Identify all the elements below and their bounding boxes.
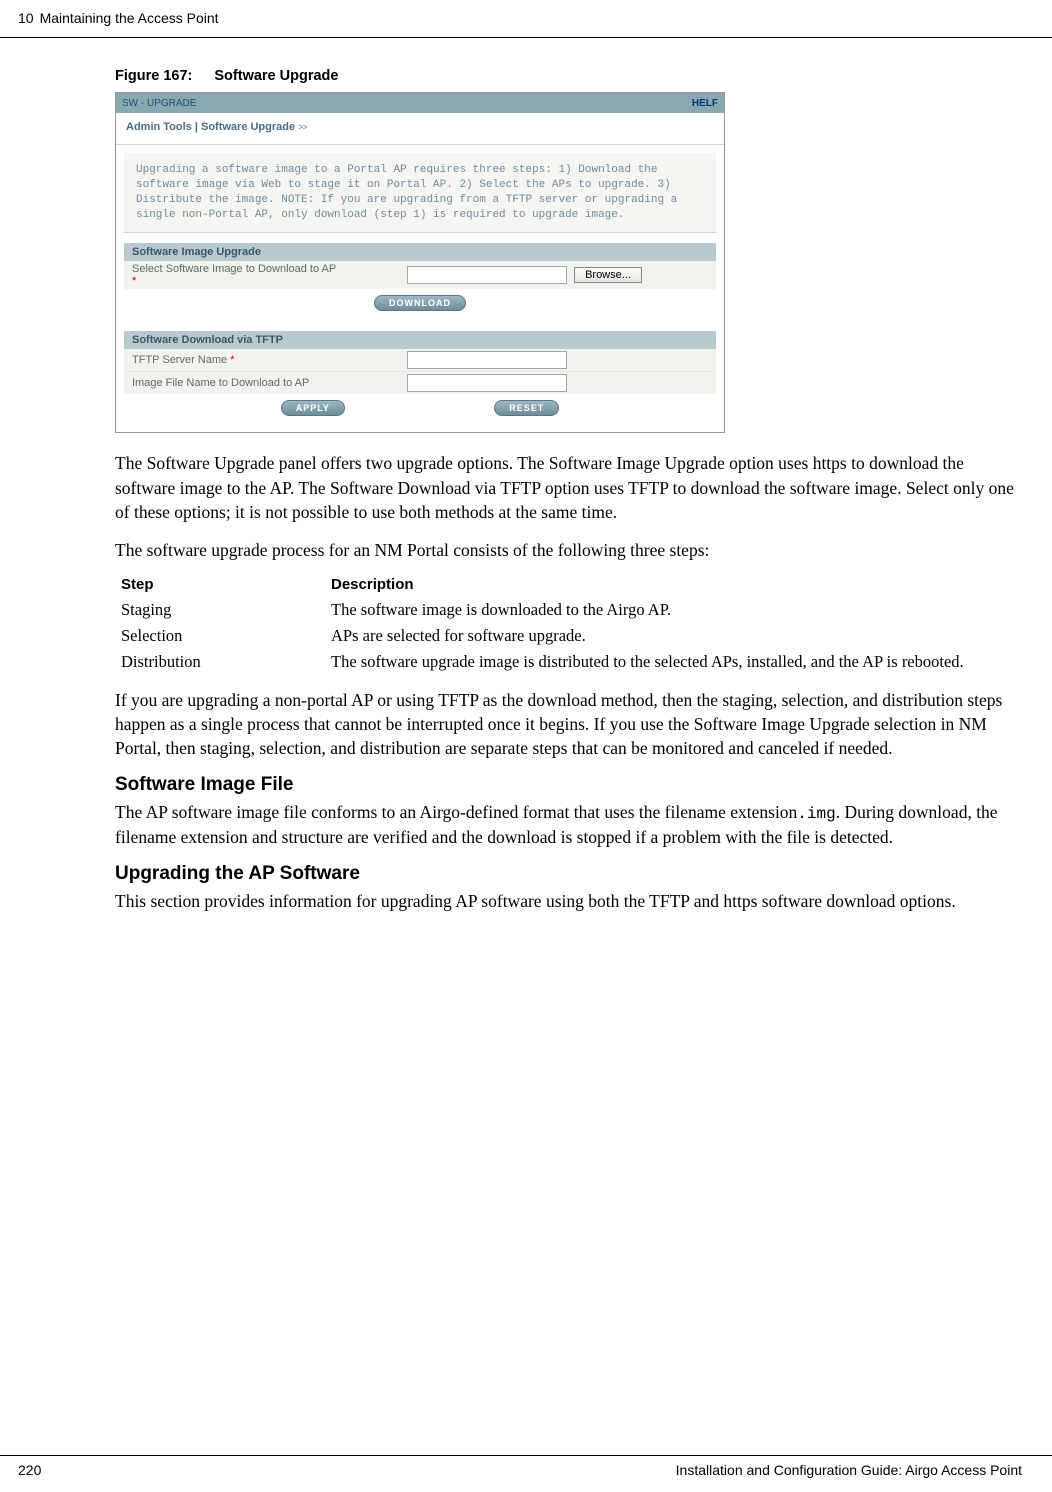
steps-header-step: Step	[121, 576, 331, 593]
table-row: Staging The software image is downloaded…	[121, 599, 1022, 621]
paragraph-image-file: The AP software image file conforms to a…	[115, 800, 1022, 849]
apply-reset-row: APPLY RESET	[116, 394, 724, 432]
paragraph-steps-intro: The software upgrade process for an NM P…	[115, 538, 1022, 562]
table-row: Distribution The software upgrade image …	[121, 651, 1022, 673]
browse-button[interactable]: Browse...	[574, 267, 642, 283]
steps-header-desc: Description	[331, 576, 1022, 593]
required-marker: *	[230, 354, 234, 366]
screenshot-topbar: SW - UPGRADE HELF	[116, 93, 724, 113]
select-image-label-text: Select Software Image to Download to AP	[132, 263, 336, 275]
section-header-image-upgrade: Software Image Upgrade	[124, 243, 716, 261]
select-image-field: Browse...	[407, 266, 708, 284]
breadcrumb-text: Admin Tools | Software Upgrade	[126, 121, 295, 133]
table-row: Selection APs are selected for software …	[121, 625, 1022, 647]
paragraph-nonportal: If you are upgrading a non-portal AP or …	[115, 688, 1022, 760]
doc-title: Installation and Configuration Guide: Ai…	[676, 1462, 1022, 1478]
p4-part-a: The AP software image file conforms to a…	[115, 802, 797, 822]
step-name: Selection	[121, 625, 331, 647]
reset-button[interactable]: RESET	[494, 400, 559, 416]
step-desc: APs are selected for software upgrade.	[331, 625, 1022, 647]
paragraph-intro: The Software Upgrade panel offers two up…	[115, 451, 1022, 523]
section-header-tftp: Software Download via TFTP	[124, 331, 716, 349]
image-path-input[interactable]	[407, 266, 567, 284]
step-name: Distribution	[121, 651, 331, 673]
page-footer: 220 Installation and Configuration Guide…	[0, 1455, 1052, 1478]
download-button[interactable]: DOWNLOAD	[374, 295, 466, 311]
download-row: DOWNLOAD	[124, 289, 716, 321]
img-extension-code: .img	[797, 805, 835, 823]
software-image-upgrade-section: Software Image Upgrade Select Software I…	[124, 243, 716, 321]
breadcrumb: Admin Tools | Software Upgrade >>	[116, 113, 724, 145]
page-content: Figure 167: Software Upgrade SW - UPGRAD…	[0, 38, 1052, 914]
steps-header: Step Description	[121, 576, 1022, 593]
paragraph-upgrading: This section provides information for up…	[115, 889, 1022, 913]
image-filename-field	[407, 374, 708, 392]
tftp-server-input[interactable]	[407, 351, 567, 369]
apply-button[interactable]: APPLY	[281, 400, 345, 416]
tftp-server-field	[407, 351, 708, 369]
chapter-title: Maintaining the Access Point	[40, 10, 219, 26]
heading-software-image-file: Software Image File	[115, 774, 1022, 796]
chapter-number: 10	[18, 10, 34, 26]
tftp-server-label-text: TFTP Server Name	[132, 354, 227, 366]
figure-label: Figure 167:	[115, 68, 192, 84]
breadcrumb-arrows: >>	[298, 122, 307, 132]
help-link[interactable]: HELF	[692, 98, 718, 109]
image-filename-input[interactable]	[407, 374, 567, 392]
tftp-server-label: TFTP Server Name *	[132, 354, 407, 366]
software-upgrade-screenshot: SW - UPGRADE HELF Admin Tools | Software…	[115, 92, 725, 433]
panel-description: Upgrading a software image to a Portal A…	[124, 153, 716, 233]
panel-title: SW - UPGRADE	[122, 98, 196, 109]
heading-upgrading-ap-software: Upgrading the AP Software	[115, 863, 1022, 885]
page-header: 10 Maintaining the Access Point	[0, 0, 1052, 38]
steps-table: Step Description Staging The software im…	[121, 576, 1022, 674]
image-filename-row: Image File Name to Download to AP	[124, 371, 716, 394]
step-desc: The software image is downloaded to the …	[331, 599, 1022, 621]
figure-title: Software Upgrade	[214, 68, 338, 84]
required-marker: *	[132, 275, 136, 287]
select-image-row: Select Software Image to Download to AP …	[124, 261, 716, 289]
software-download-tftp-section: Software Download via TFTP TFTP Server N…	[124, 331, 716, 394]
page-number: 220	[18, 1462, 41, 1478]
step-desc: The software upgrade image is distribute…	[331, 651, 1022, 673]
tftp-server-row: TFTP Server Name *	[124, 349, 716, 371]
step-name: Staging	[121, 599, 331, 621]
select-image-label: Select Software Image to Download to AP …	[132, 263, 407, 287]
figure-caption: Figure 167: Software Upgrade	[115, 68, 1022, 84]
image-filename-label: Image File Name to Download to AP	[132, 377, 407, 389]
